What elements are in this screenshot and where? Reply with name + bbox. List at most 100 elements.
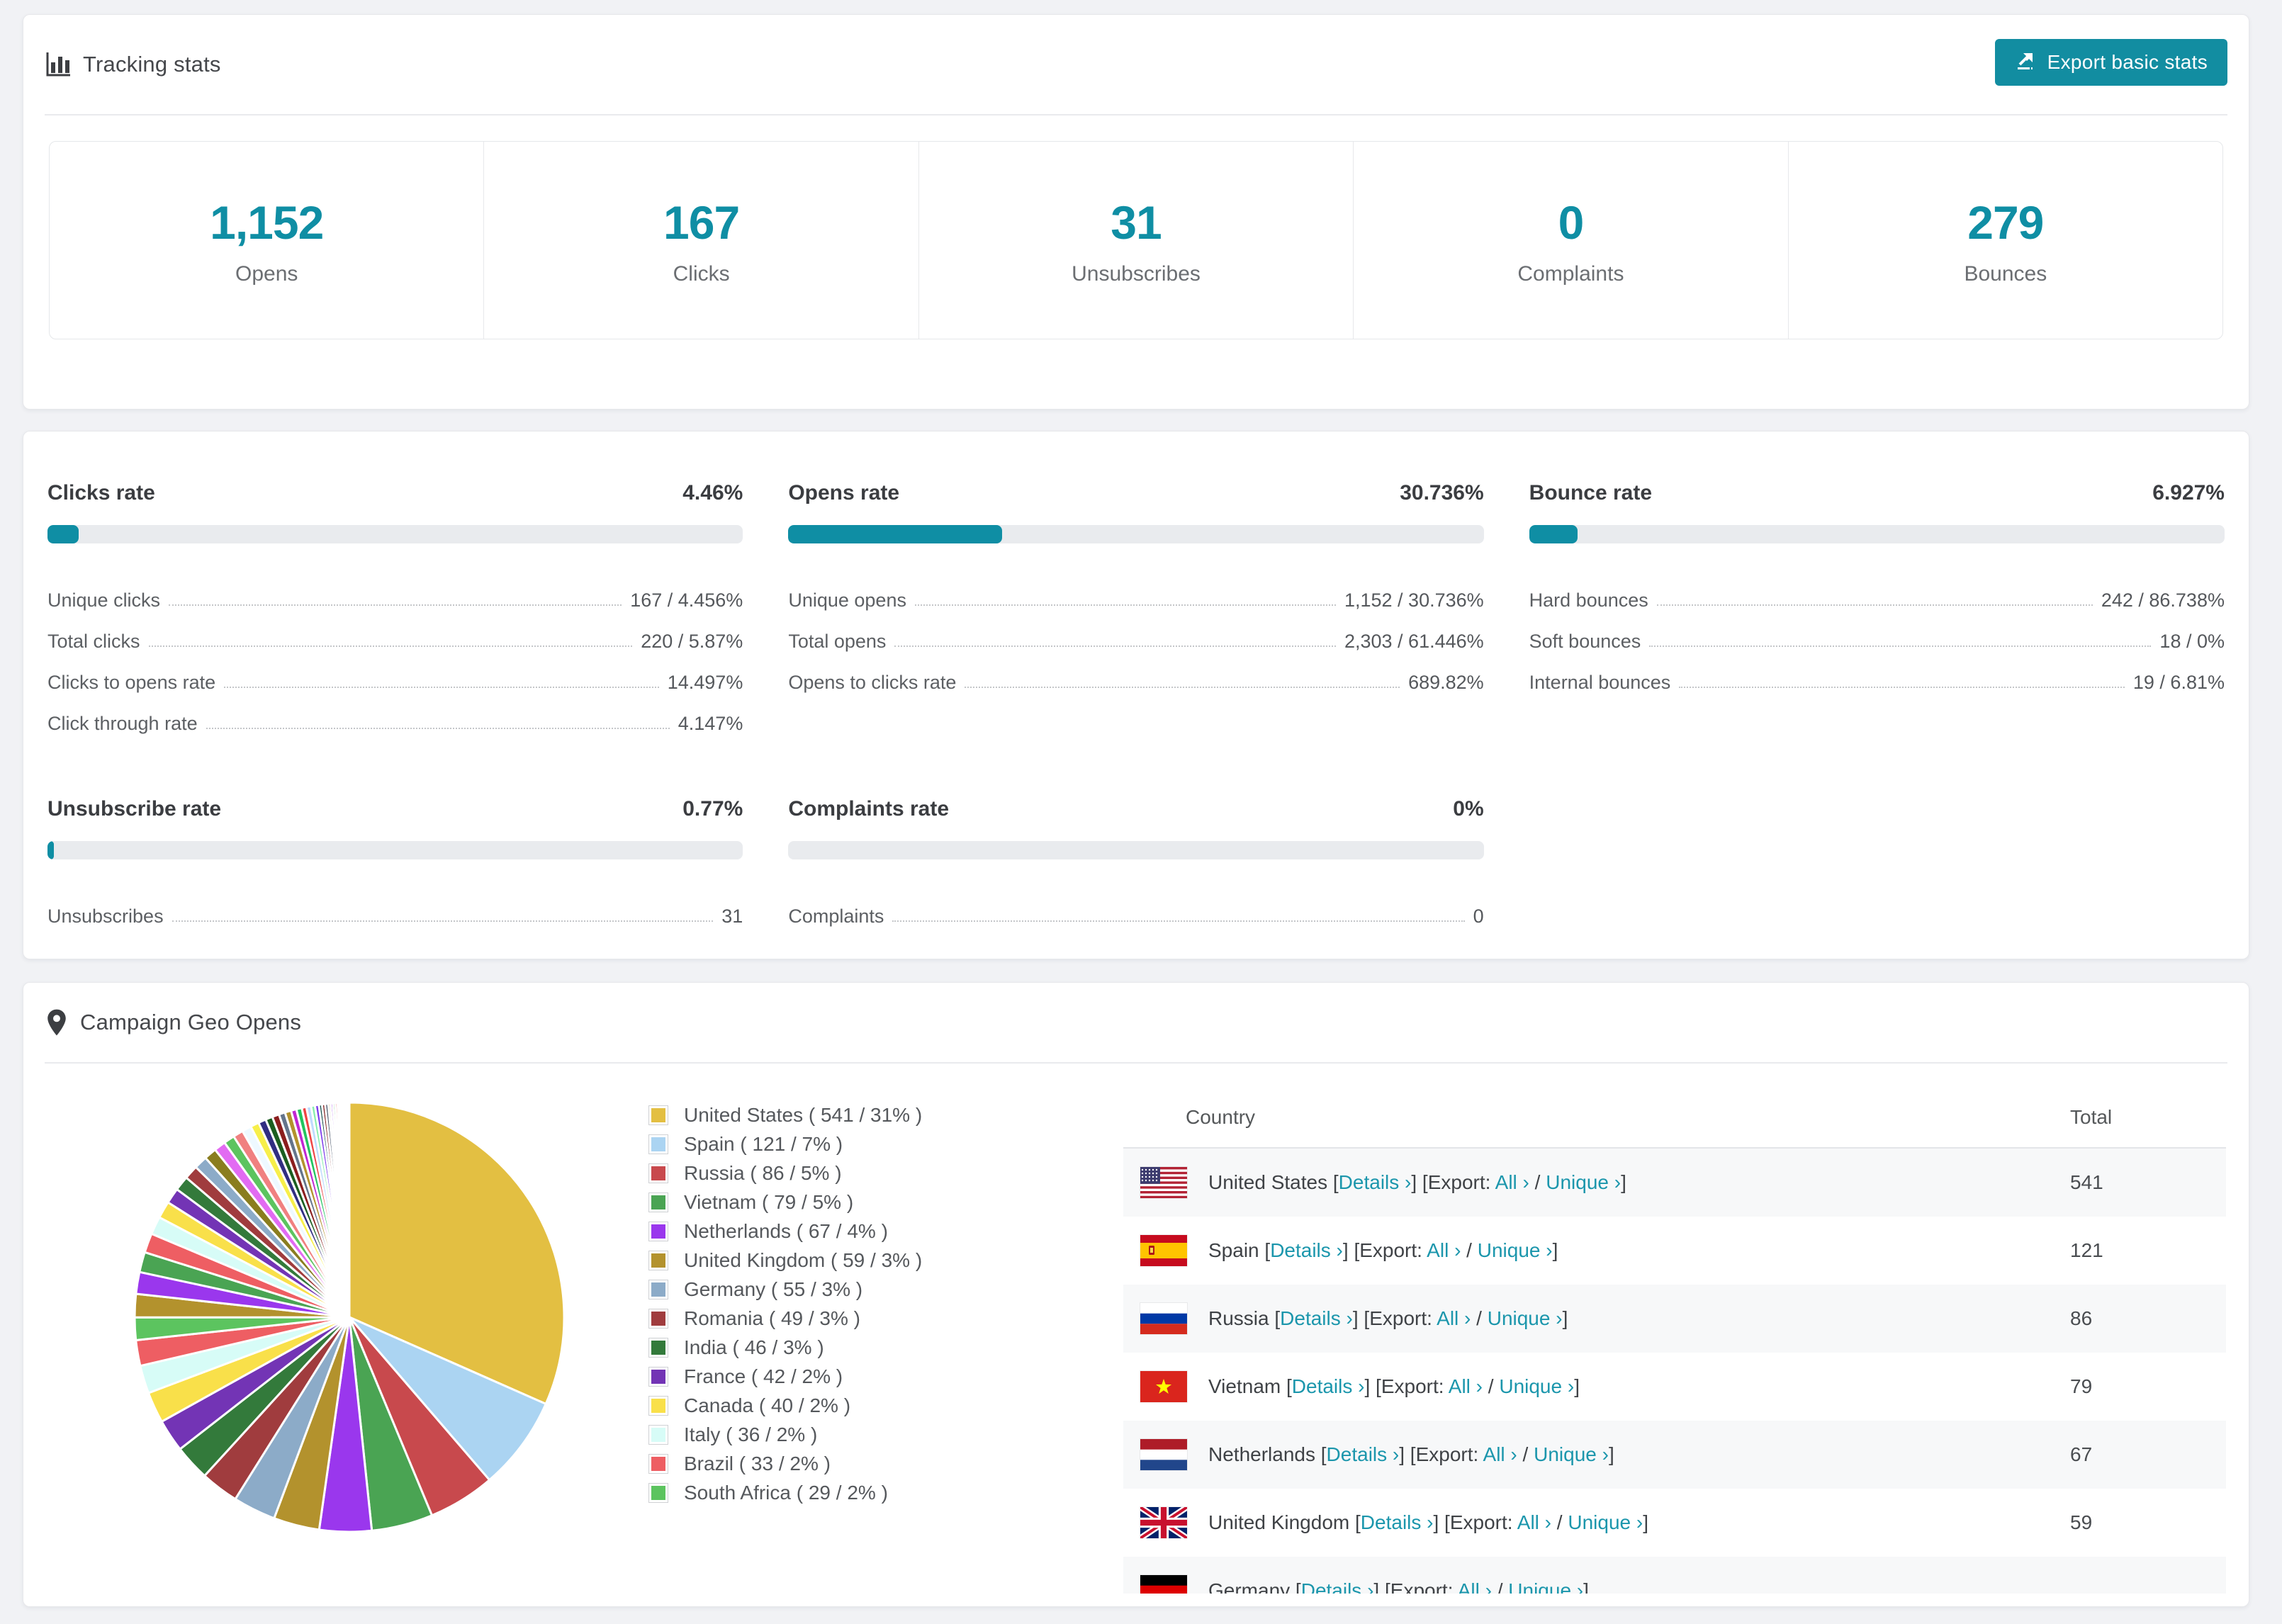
- export-unique-link[interactable]: Unique ›: [1488, 1307, 1563, 1329]
- panel-opens-rate: Opens rate 30.736% Unique opens 1,152 / 30.…: [788, 481, 1484, 735]
- details-link[interactable]: Details ›: [1339, 1171, 1412, 1193]
- table-row-vietnam: Vietnam [Details ›] [Export: All › / Uni…: [1123, 1353, 2226, 1421]
- table-row-netherlands: Netherlands [Details ›] [Export: All › /…: [1123, 1421, 2226, 1489]
- stat-row: Total clicks 220 / 5.87%: [47, 611, 743, 653]
- legend-label: Netherlands ( 67 / 4% ): [684, 1219, 888, 1242]
- details-link[interactable]: Details ›: [1292, 1375, 1365, 1397]
- total-cell: 67: [2070, 1443, 2093, 1465]
- export-unique-link[interactable]: Unique ›: [1508, 1579, 1583, 1594]
- dotted-leader: [1649, 645, 2152, 647]
- export-basic-stats-button[interactable]: Export basic stats: [1994, 39, 2227, 86]
- export-button-label: Export basic stats: [2047, 51, 2208, 73]
- total-cell: 541: [2070, 1171, 2103, 1193]
- details-link[interactable]: Details ›: [1361, 1511, 1434, 1533]
- stat-label: Complaints: [1517, 262, 1624, 286]
- total-cell: 121: [2070, 1239, 2103, 1261]
- rates-card: Clicks rate 4.46% Unique clicks 167 / 4.456…: [23, 431, 2249, 959]
- progress-fill: [1529, 525, 1578, 543]
- dotted-leader: [206, 728, 670, 729]
- panel-clicks-rate: Clicks rate 4.46% Unique clicks 167 / 4.456…: [47, 481, 743, 735]
- legend-swatch: [648, 1482, 668, 1503]
- country-name: United States: [1208, 1171, 1328, 1193]
- legend-item-netherlands: Netherlands ( 67 / 4% ): [648, 1217, 982, 1246]
- stat-label: Unsubscribes: [1072, 262, 1201, 286]
- export-unique-link[interactable]: Unique ›: [1478, 1239, 1553, 1261]
- stat-row-value: 31: [721, 906, 743, 927]
- stat-row: Soft bounces 18 / 0%: [1529, 611, 2225, 653]
- stat-label: Bounces: [1964, 262, 2047, 286]
- panel-title: Opens rate: [788, 481, 900, 504]
- legend-swatch: [648, 1134, 668, 1154]
- legend-label: South Africa ( 29 / 2% ): [684, 1481, 888, 1504]
- progress-track: [47, 841, 743, 859]
- nl-flag-icon: [1140, 1439, 1187, 1470]
- map-pin-icon: [45, 1008, 69, 1037]
- table-row-russia: Russia [Details ›] [Export: All › / Uniq…: [1123, 1285, 2226, 1353]
- legend-label: United States ( 541 / 31% ): [684, 1103, 923, 1126]
- country-cell: Germany [Details ›] [Export: All › / Uni…: [1208, 1579, 2070, 1594]
- stat-row: Unique clicks 167 / 4.456%: [47, 570, 743, 611]
- panel-title: Complaints rate: [788, 797, 950, 821]
- export-all-link[interactable]: All ›: [1483, 1443, 1517, 1465]
- panel-value: 30.736%: [1400, 481, 1484, 504]
- legend-swatch: [648, 1163, 668, 1183]
- dotted-leader: [169, 604, 622, 606]
- panel-title: Unsubscribe rate: [47, 797, 222, 821]
- export-all-link[interactable]: All ›: [1517, 1511, 1551, 1533]
- stat-row-label: Click through rate: [47, 713, 198, 734]
- panel-value: 6.927%: [2152, 481, 2225, 504]
- country-cell: Vietnam [Details ›] [Export: All › / Uni…: [1208, 1375, 1580, 1397]
- export-unique-link[interactable]: Unique ›: [1568, 1511, 1643, 1533]
- details-link[interactable]: Details ›: [1270, 1239, 1343, 1261]
- summary-stat-clicks: 167 Clicks: [484, 142, 919, 339]
- stat-row-value: 2,303 / 61.446%: [1344, 631, 1484, 652]
- header-divider: [45, 114, 2227, 115]
- stat-value: 31: [1111, 196, 1162, 249]
- summary-stat-opens: 1,152 Opens: [50, 142, 485, 339]
- details-link[interactable]: Details ›: [1301, 1579, 1374, 1594]
- column-total: Total: [2070, 1106, 2113, 1128]
- details-link[interactable]: Details ›: [1327, 1443, 1400, 1465]
- dotted-leader: [894, 645, 1336, 647]
- export-all-link[interactable]: All ›: [1458, 1579, 1492, 1594]
- summary-stat-unsubscribes: 31 Unsubscribes: [919, 142, 1354, 339]
- gb-flag-icon: [1140, 1507, 1187, 1538]
- stat-row-label: Soft bounces: [1529, 631, 1641, 652]
- progress-fill: [788, 525, 1002, 543]
- legend-item-germany: Germany ( 55 / 3% ): [648, 1275, 982, 1304]
- legend-label: India ( 46 / 3% ): [684, 1336, 824, 1358]
- export-all-link[interactable]: All ›: [1427, 1239, 1461, 1261]
- table-row-spain: Spain [Details ›] [Export: All › / Uniqu…: [1123, 1217, 2226, 1285]
- stat-value: 167: [663, 196, 740, 249]
- export-unique-link[interactable]: Unique ›: [1534, 1443, 1609, 1465]
- stat-row-value: 19 / 6.81%: [2132, 672, 2225, 693]
- export-label: Export:: [1390, 1579, 1454, 1594]
- stat-row: Total opens 2,303 / 61.446%: [788, 611, 1483, 653]
- stat-row-label: Clicks to opens rate: [47, 672, 216, 693]
- legend-label: Brazil ( 33 / 2% ): [684, 1452, 831, 1474]
- export-all-link[interactable]: All ›: [1495, 1171, 1529, 1193]
- stat-value: 0: [1558, 196, 1585, 249]
- legend-item-italy: Italy ( 36 / 2% ): [648, 1420, 982, 1449]
- stat-row: Internal bounces 19 / 6.81%: [1529, 653, 2225, 694]
- export-all-link[interactable]: All ›: [1437, 1307, 1471, 1329]
- geo-pie-chart[interactable]: [130, 1098, 569, 1537]
- legend-item-vietnam: Vietnam ( 79 / 5% ): [648, 1188, 982, 1217]
- legend-label: Romania ( 49 / 3% ): [684, 1307, 860, 1329]
- export-unique-link[interactable]: Unique ›: [1546, 1171, 1621, 1193]
- dotted-leader: [1656, 604, 2093, 606]
- export-label: Export:: [1381, 1375, 1444, 1397]
- stat-row-value: 167 / 4.456%: [630, 590, 743, 611]
- geo-title: Campaign Geo Opens: [80, 1010, 302, 1034]
- stat-row: Unsubscribes 31: [47, 886, 743, 927]
- export-unique-link[interactable]: Unique ›: [1499, 1375, 1574, 1397]
- ru-flag-icon: [1140, 1303, 1187, 1334]
- legend-label: Italy ( 36 / 2% ): [684, 1423, 818, 1445]
- details-link[interactable]: Details ›: [1280, 1307, 1353, 1329]
- dotted-leader: [1679, 687, 2125, 688]
- progress-fill: [47, 841, 54, 859]
- table-row-united-states: United States [Details ›] [Export: All ›…: [1123, 1149, 2226, 1217]
- export-all-link[interactable]: All ›: [1449, 1375, 1483, 1397]
- geo-divider: [45, 1062, 2227, 1064]
- legend-label: Germany ( 55 / 3% ): [684, 1278, 863, 1300]
